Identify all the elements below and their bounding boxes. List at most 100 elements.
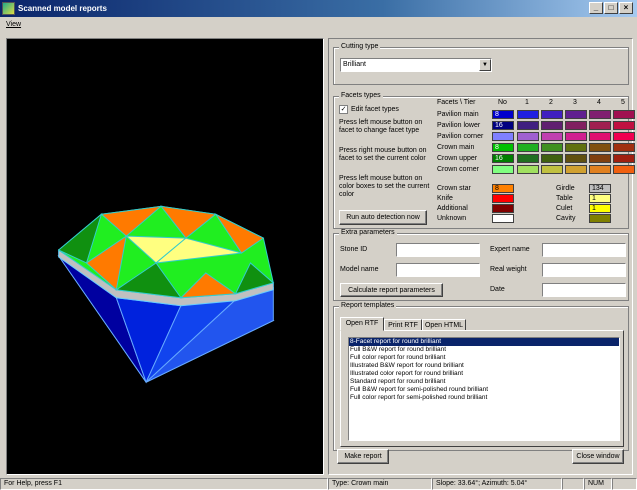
extra-parameters-group: Extra parameters Stone ID Model name Cal… bbox=[333, 229, 629, 301]
facet-color-box[interactable] bbox=[517, 121, 539, 130]
template-list[interactable]: 8-Facet report for round brilliant Full B… bbox=[348, 337, 620, 441]
facets-tier-header: Facets \ Tier bbox=[437, 99, 476, 106]
help-text-2: Press right mouse button on facet to set… bbox=[339, 147, 427, 162]
real-weight-input[interactable] bbox=[542, 263, 626, 277]
tab-open-rtf[interactable]: Open RTF bbox=[340, 317, 384, 331]
stone-id-input[interactable] bbox=[396, 243, 480, 257]
make-report-button[interactable]: Make report bbox=[337, 449, 389, 464]
menu-bar: View bbox=[0, 17, 637, 31]
facet-color-box[interactable] bbox=[541, 121, 563, 130]
facet-color-box[interactable] bbox=[613, 143, 635, 152]
facet-count-box[interactable]: 16 bbox=[492, 121, 514, 130]
list-item[interactable]: Full B&W report for semi-polished round … bbox=[349, 386, 619, 394]
facet-color-box[interactable] bbox=[541, 154, 563, 163]
facet-color-box[interactable] bbox=[565, 110, 587, 119]
status-blank-2 bbox=[612, 478, 637, 490]
minimize-button[interactable]: _ bbox=[589, 2, 603, 14]
facet-color-box[interactable] bbox=[517, 165, 539, 174]
facet-color-box[interactable] bbox=[613, 121, 635, 130]
maximize-button[interactable]: □ bbox=[604, 2, 618, 14]
chevron-down-icon[interactable]: ▼ bbox=[479, 59, 491, 71]
facets-types-legend: Facets types bbox=[339, 92, 383, 99]
facet-color-box[interactable] bbox=[565, 132, 587, 141]
extra-facet-color-box[interactable] bbox=[492, 194, 514, 203]
facet-count-box[interactable] bbox=[492, 165, 514, 174]
col-header-4: 4 bbox=[597, 99, 601, 106]
list-item[interactable]: Illustrated color report for round brill… bbox=[349, 370, 619, 378]
menu-view[interactable]: View bbox=[6, 21, 21, 28]
extra-facet-color-box[interactable] bbox=[492, 204, 514, 213]
status-help: For Help, press F1 bbox=[0, 478, 328, 490]
extra-facet-color-box[interactable]: 134 bbox=[589, 184, 611, 193]
facet-color-box[interactable] bbox=[565, 154, 587, 163]
close-window-button[interactable]: Close window bbox=[572, 449, 624, 464]
facet-color-box[interactable] bbox=[565, 143, 587, 152]
facet-color-box[interactable] bbox=[517, 132, 539, 141]
facet-color-box[interactable] bbox=[613, 154, 635, 163]
facet-count-box[interactable]: 8 bbox=[492, 110, 514, 119]
extra-facet-color-box[interactable]: 1 bbox=[589, 194, 611, 203]
facet-color-box[interactable] bbox=[565, 165, 587, 174]
facet-color-box[interactable] bbox=[613, 110, 635, 119]
list-item[interactable]: Full B&W report for round brilliant bbox=[349, 346, 619, 354]
col-header-1: 1 bbox=[525, 99, 529, 106]
model-3d-view[interactable] bbox=[6, 38, 324, 475]
facet-color-box[interactable] bbox=[589, 110, 611, 119]
extra-facet-color-box[interactable]: 1 bbox=[589, 204, 611, 213]
run-auto-detection-button[interactable]: Run auto detection now bbox=[339, 210, 427, 225]
facet-color-box[interactable] bbox=[541, 165, 563, 174]
facet-color-box[interactable] bbox=[589, 143, 611, 152]
edit-facet-types-checkbox[interactable]: ✓ bbox=[339, 105, 348, 114]
status-angles: Slope: 33.64°; Azimuth: 5.04° bbox=[432, 478, 562, 490]
facet-row-label: Crown upper bbox=[437, 155, 478, 162]
edit-facet-types-label: Edit facet types bbox=[351, 106, 399, 113]
help-text-3: Press left mouse button on color boxes t… bbox=[339, 175, 430, 198]
facet-color-box[interactable] bbox=[589, 132, 611, 141]
extra-facet-label: Crown star bbox=[437, 185, 471, 192]
facet-row-label: Pavilion main bbox=[437, 111, 479, 118]
facet-count-box[interactable]: 8 bbox=[492, 143, 514, 152]
list-item[interactable]: Illustrated B&W report for round brillia… bbox=[349, 362, 619, 370]
facet-color-box[interactable] bbox=[613, 165, 635, 174]
col-header-no: No bbox=[498, 99, 507, 106]
facet-color-box[interactable] bbox=[541, 110, 563, 119]
date-input[interactable] bbox=[542, 283, 626, 297]
cutting-type-group: Cutting type Brilliant ▼ bbox=[333, 43, 629, 85]
list-item[interactable]: Full color report for round brilliant bbox=[349, 354, 619, 362]
status-num: NUM bbox=[584, 478, 612, 490]
facet-color-box[interactable] bbox=[589, 154, 611, 163]
facet-color-box[interactable] bbox=[541, 143, 563, 152]
diamond-model[interactable] bbox=[7, 39, 323, 474]
facets-types-group: Facets types ✓ Edit facet types Press le… bbox=[333, 92, 635, 229]
real-weight-label: Real weight bbox=[490, 266, 527, 273]
facet-color-box[interactable] bbox=[517, 154, 539, 163]
cutting-type-value: Brilliant bbox=[343, 61, 366, 68]
facet-count-box[interactable] bbox=[492, 132, 514, 141]
extra-facet-color-box[interactable]: 8 bbox=[492, 184, 514, 193]
facet-color-box[interactable] bbox=[565, 121, 587, 130]
facet-color-box[interactable] bbox=[589, 121, 611, 130]
model-name-input[interactable] bbox=[396, 263, 480, 277]
list-item[interactable]: Full color report for semi-polished roun… bbox=[349, 394, 619, 402]
status-blank bbox=[562, 478, 584, 490]
facet-row-label: Pavilion corner bbox=[437, 133, 484, 140]
facet-color-box[interactable] bbox=[589, 165, 611, 174]
expert-name-label: Expert name bbox=[490, 246, 530, 253]
extra-facet-label: Additional bbox=[437, 205, 468, 212]
expert-name-input[interactable] bbox=[542, 243, 626, 257]
facet-color-box[interactable] bbox=[541, 132, 563, 141]
cutting-type-select[interactable]: Brilliant ▼ bbox=[340, 58, 492, 72]
stone-id-label: Stone ID bbox=[340, 246, 368, 253]
extra-facet-color-box[interactable] bbox=[492, 214, 514, 223]
facet-color-box[interactable] bbox=[517, 110, 539, 119]
facet-color-box[interactable] bbox=[517, 143, 539, 152]
extra-facet-label: Girdle bbox=[556, 185, 575, 192]
extra-facet-color-box[interactable] bbox=[589, 214, 611, 223]
list-item[interactable]: Standard report for round brilliant bbox=[349, 378, 619, 386]
calculate-report-parameters-button[interactable]: Calculate report parameters bbox=[340, 283, 443, 297]
facet-color-box[interactable] bbox=[613, 132, 635, 141]
close-button[interactable]: × bbox=[619, 2, 633, 14]
list-item[interactable]: 8-Facet report for round brilliant bbox=[349, 338, 619, 346]
facet-row-label: Crown main bbox=[437, 144, 475, 151]
facet-count-box[interactable]: 16 bbox=[492, 154, 514, 163]
